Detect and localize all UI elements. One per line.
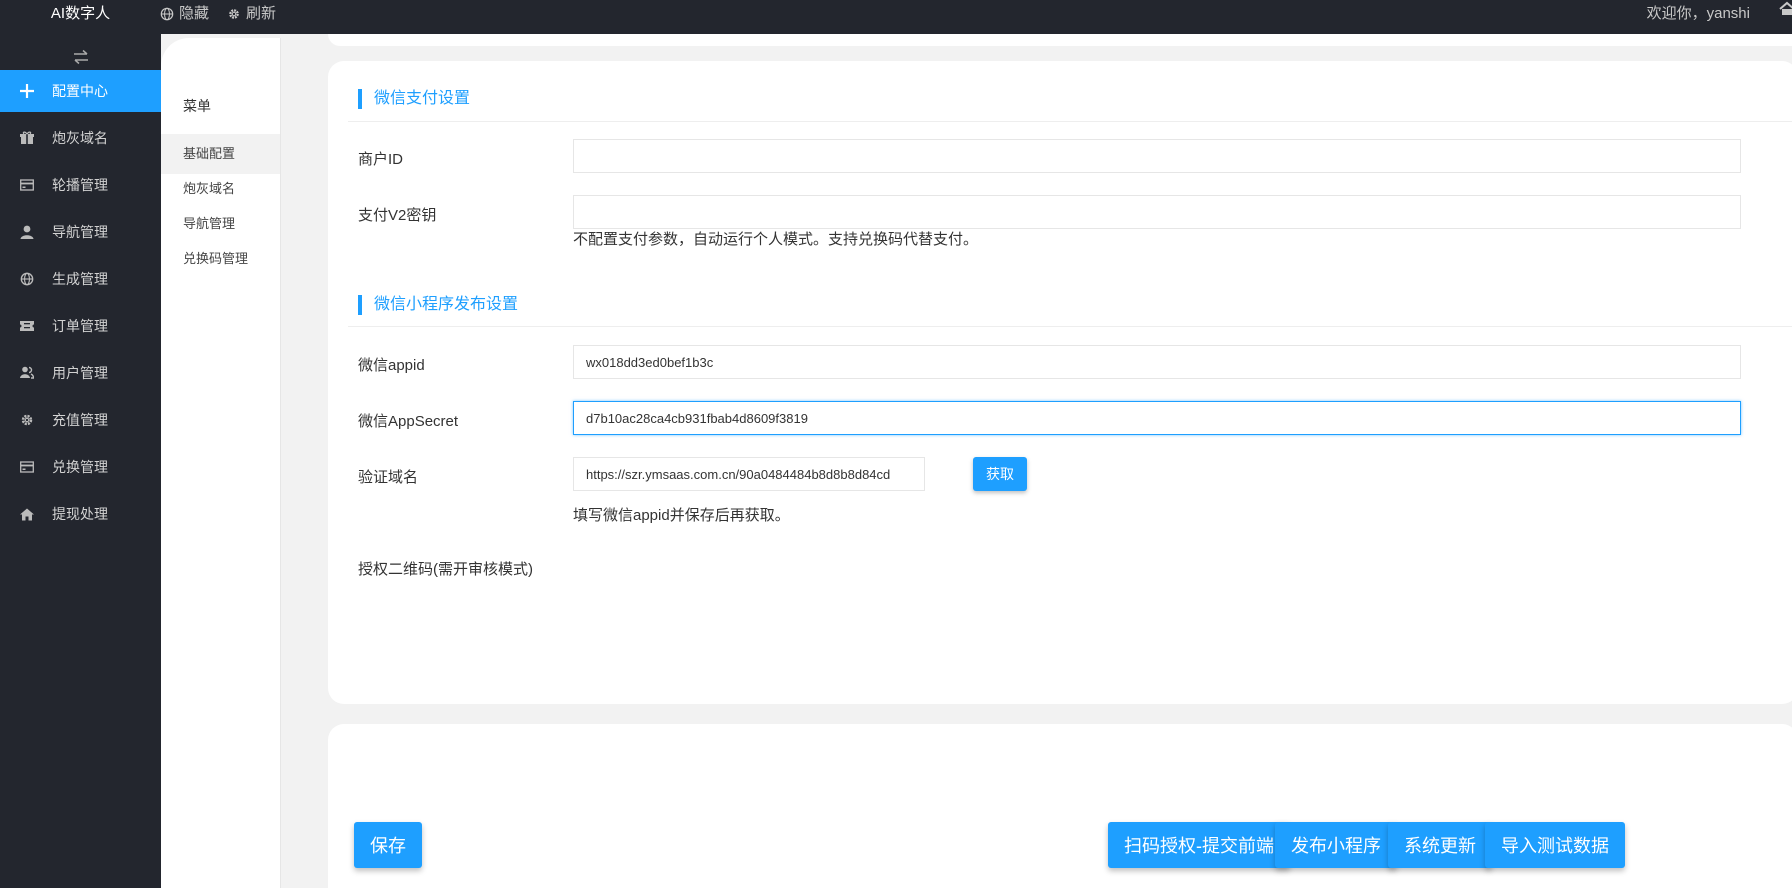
sidebar-item-exchange[interactable]: 兑换管理 xyxy=(0,446,161,488)
welcome-text: 欢迎你，yanshi xyxy=(1646,5,1750,22)
save-button[interactable]: 保存 xyxy=(354,822,422,868)
section-divider xyxy=(348,121,1792,122)
brand-title: AI数字人 xyxy=(50,5,111,22)
sidebar-item-label: 炮灰域名 xyxy=(52,130,108,146)
user-icon xyxy=(18,223,36,241)
home-icon xyxy=(18,505,36,523)
sidebar-item-label: 充值管理 xyxy=(52,412,108,428)
previous-card-edge xyxy=(328,34,1792,46)
submenu-item-redeem-code[interactable]: 兑换码管理 xyxy=(161,239,280,279)
sidebar-item-label: 提现处理 xyxy=(52,506,108,522)
section-title-wechat-pay: 微信支付设置 xyxy=(358,89,470,109)
sidebar-item-orders[interactable]: 订单管理 xyxy=(0,305,161,347)
card-icon xyxy=(18,458,36,476)
hide-label: 隐藏 xyxy=(179,5,210,22)
publish-miniprogram-button[interactable]: 发布小程序 xyxy=(1275,822,1397,868)
appid-label: 微信appid xyxy=(358,357,425,374)
card-icon xyxy=(18,176,36,194)
verify-domain-input[interactable] xyxy=(573,457,925,491)
appid-input[interactable] xyxy=(573,345,1741,379)
sidebar-item-withdraw[interactable]: 提现处理 xyxy=(0,493,161,535)
top-bar: AI数字人 隐藏 刷新 欢迎你，yanshi xyxy=(0,0,1792,34)
sidebar-item-generation[interactable]: 生成管理 xyxy=(0,258,161,300)
globe-icon xyxy=(160,7,174,21)
fetch-domain-button[interactable]: 获取 xyxy=(973,457,1027,491)
merchant-id-label: 商户ID xyxy=(358,151,404,168)
sidebar: 配置中心 炮灰域名 轮播管理 导航管理 生成管理 订单管理 用户管理 充值管理 … xyxy=(0,34,161,888)
content-area: 微信支付设置 商户ID 支付V2密钥 不配置支付参数，自动运行个人模式。支持兑换… xyxy=(281,34,1792,888)
sidebar-item-label: 配置中心 xyxy=(52,83,108,99)
globe-icon xyxy=(18,270,36,288)
actions-card: 保存 扫码授权-提交前端 发布小程序 系统更新 导入测试数据 xyxy=(328,724,1792,888)
ticket-icon xyxy=(18,317,36,335)
import-test-data-button[interactable]: 导入测试数据 xyxy=(1485,822,1625,868)
verify-domain-label: 验证域名 xyxy=(358,469,419,486)
home-icon[interactable] xyxy=(1778,0,1792,20)
system-update-button[interactable]: 系统更新 xyxy=(1388,822,1492,868)
pay-hint: 不配置支付参数，自动运行个人模式。支持兑换码代替支付。 xyxy=(573,231,979,248)
sidebar-item-label: 用户管理 xyxy=(52,365,108,381)
auth-qrcode-label: 授权二维码(需开审核模式) xyxy=(358,561,533,578)
sidebar-item-label: 轮播管理 xyxy=(52,177,108,193)
merchant-id-input[interactable] xyxy=(573,139,1741,173)
sidebar-item-cannon-domain[interactable]: 炮灰域名 xyxy=(0,117,161,159)
submenu-item-cannon-domain[interactable]: 炮灰域名 xyxy=(161,169,280,209)
sidebar-item-users[interactable]: 用户管理 xyxy=(0,352,161,394)
sidebar-item-label: 订单管理 xyxy=(52,318,108,334)
sidebar-item-carousel[interactable]: 轮播管理 xyxy=(0,164,161,206)
appsecret-label: 微信AppSecret xyxy=(358,413,459,430)
swap-icon xyxy=(73,49,88,65)
sidebar-item-label: 兑换管理 xyxy=(52,459,108,475)
sidebar-item-recharge[interactable]: 充值管理 xyxy=(0,399,161,441)
gear-icon xyxy=(18,411,36,429)
gear-icon xyxy=(229,9,239,19)
submenu-item-basic-config[interactable]: 基础配置 xyxy=(161,134,280,174)
refresh-button[interactable]: 刷新 xyxy=(227,0,276,28)
appsecret-input[interactable] xyxy=(573,401,1741,435)
section-divider xyxy=(348,326,1792,327)
settings-card: 微信支付设置 商户ID 支付V2密钥 不配置支付参数，自动运行个人模式。支持兑换… xyxy=(328,61,1792,704)
sidebar-item-config-center[interactable]: 配置中心 xyxy=(0,70,161,112)
sidebar-item-navigation[interactable]: 导航管理 xyxy=(0,211,161,253)
user-group-icon xyxy=(18,364,36,382)
gift-icon xyxy=(18,129,36,147)
hide-button[interactable]: 隐藏 xyxy=(160,0,209,28)
submenu-panel: 菜单 基础配置 炮灰域名 导航管理 兑换码管理 xyxy=(161,38,281,888)
submenu-item-navigation[interactable]: 导航管理 xyxy=(161,204,280,244)
v2-key-input[interactable] xyxy=(573,195,1741,229)
section-title-miniprogram: 微信小程序发布设置 xyxy=(358,295,518,315)
submenu-title: 菜单 xyxy=(183,98,211,114)
scan-auth-submit-button[interactable]: 扫码授权-提交前端 xyxy=(1108,822,1290,868)
sidebar-item-label: 导航管理 xyxy=(52,224,108,240)
plus-icon xyxy=(18,82,36,100)
v2-key-label: 支付V2密钥 xyxy=(358,207,437,224)
sidebar-item-label: 生成管理 xyxy=(52,271,108,287)
refresh-label: 刷新 xyxy=(246,5,277,22)
domain-hint: 填写微信appid并保存后再获取。 xyxy=(573,507,790,524)
